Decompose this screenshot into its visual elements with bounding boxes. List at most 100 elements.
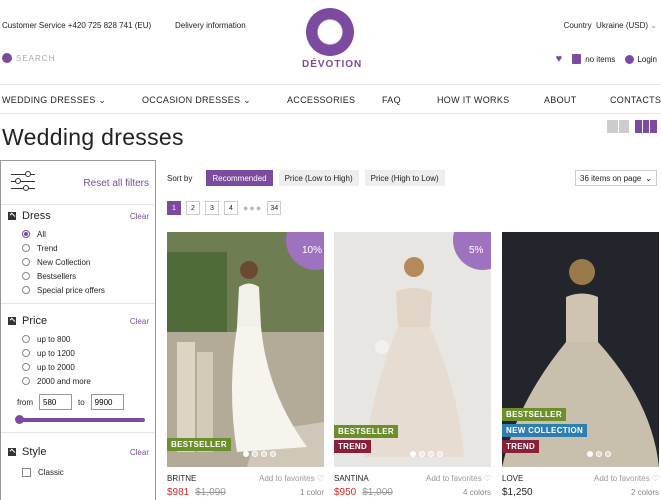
site-logo[interactable]: D DÉVOTION <box>302 8 363 76</box>
nav-contacts[interactable]: CONTACTS <box>610 95 661 105</box>
image-carousel-dots[interactable] <box>410 451 443 457</box>
logo-text: DÉVOTION <box>302 59 363 70</box>
image-carousel-dots[interactable] <box>243 451 276 457</box>
page-last-button[interactable]: 34 <box>267 201 282 215</box>
filters-sidebar: Reset all filters Dress Clear All Trend … <box>0 160 156 500</box>
image-carousel-dots[interactable] <box>587 451 611 457</box>
product-colors: 1 color <box>299 488 324 497</box>
country-selector[interactable]: Country Ukraine (USD) ⌄ <box>564 21 657 30</box>
country-value: Ukraine (USD) <box>596 21 649 30</box>
user-icon <box>625 54 635 64</box>
radio-icon <box>22 363 30 371</box>
heart-icon: ♡ <box>316 474 324 483</box>
product-name[interactable]: SANTINA <box>334 474 369 483</box>
login-button[interactable]: Login <box>625 54 657 64</box>
price-option-2000-more[interactable]: 2000 and more <box>1 374 155 388</box>
items-per-page-select[interactable]: 36 items on page ⌄ <box>575 170 657 186</box>
product-colors: 4 colors <box>462 488 491 497</box>
heart-icon: ♡ <box>483 474 491 483</box>
product-price: $981 $1,090 <box>167 487 226 498</box>
nav-faq[interactable]: FAQ <box>382 95 401 105</box>
page-3-button[interactable]: 3 <box>205 201 219 215</box>
sort-price-high-low-button[interactable]: Price (High to Low) <box>364 170 445 186</box>
dress-option-trend[interactable]: Trend <box>1 241 155 255</box>
chevron-down-icon: ⌄ <box>243 95 251 105</box>
product-name[interactable]: BRITNE <box>167 474 196 483</box>
header-actions: ♥ no items Login <box>556 53 657 65</box>
nav-occasion-dresses[interactable]: OCCASION DRESSES ⌄ <box>142 95 251 106</box>
from-label: from <box>17 397 33 407</box>
page-4-button[interactable]: 4 <box>224 201 238 215</box>
view-two-columns-icon[interactable] <box>607 120 629 133</box>
product-card[interactable]: 10% BESTSELLER BRITNE Add to favorites ♡… <box>167 232 324 498</box>
sort-price-low-high-button[interactable]: Price (Low to High) <box>278 170 359 186</box>
radio-icon <box>22 377 30 385</box>
chevron-down-icon: ⌄ <box>650 21 657 30</box>
filter-section-style: Style Clear Classic <box>1 433 155 479</box>
radio-icon <box>22 258 30 266</box>
favorites-heart-icon[interactable]: ♥ <box>556 53 563 65</box>
sliders-icon <box>11 171 35 191</box>
cart-button[interactable]: no items <box>572 54 615 64</box>
radio-icon <box>22 349 30 357</box>
dress-photo <box>167 232 324 467</box>
clear-price-link[interactable]: Clear <box>130 317 149 326</box>
filter-section-price: Price Clear up to 800 up to 1200 up to 2… <box>1 304 155 433</box>
to-label: to <box>78 397 85 407</box>
cart-label: no items <box>585 54 616 64</box>
dress-option-special-price[interactable]: Special price offers <box>1 283 155 297</box>
view-toggle <box>607 120 658 133</box>
items-per-page-value: 36 items on page <box>580 173 642 183</box>
price-from-input[interactable] <box>39 394 72 410</box>
nav-wedding-dresses[interactable]: WEDDING DRESSES ⌄ <box>2 95 106 106</box>
clear-style-link[interactable]: Clear <box>130 448 149 457</box>
style-option-classic[interactable]: Classic <box>1 465 155 479</box>
price-to-input[interactable] <box>90 394 124 410</box>
pagination: 1 2 3 4 ●●● 34 <box>167 201 282 215</box>
clear-dress-link[interactable]: Clear <box>130 212 149 221</box>
new-collection-badge: NEW COLLECTION <box>502 424 588 437</box>
add-to-favorites-button[interactable]: Add to favorites ♡ <box>426 474 491 483</box>
slider-handle-min[interactable] <box>15 415 24 424</box>
nav-about[interactable]: ABOUT <box>544 95 577 105</box>
sort-recommended-button[interactable]: Recommended <box>206 170 273 186</box>
product-name[interactable]: LOVE <box>502 474 523 483</box>
filter-title: Price <box>22 315 48 327</box>
chevron-down-icon: ⌄ <box>645 174 652 183</box>
filter-toggle-style[interactable]: Style Clear <box>1 441 155 463</box>
radio-icon <box>22 230 30 238</box>
product-image[interactable]: BESTSELLER NEW COLLECTION TREND <box>502 232 659 467</box>
delivery-information-link[interactable]: Delivery information <box>175 21 246 30</box>
price-option-2000[interactable]: up to 2000 <box>1 360 155 374</box>
price-range-slider[interactable] <box>15 415 145 424</box>
price-option-1200[interactable]: up to 1200 <box>1 346 155 360</box>
add-to-favorites-button[interactable]: Add to favorites ♡ <box>259 474 324 483</box>
dress-option-new-collection[interactable]: New Collection <box>1 255 155 269</box>
filter-title: Dress <box>22 210 51 222</box>
search-field[interactable]: SEARCH <box>2 53 55 63</box>
product-image[interactable]: 10% BESTSELLER <box>167 232 324 467</box>
page-2-button[interactable]: 2 <box>186 201 200 215</box>
dress-option-all[interactable]: All <box>1 227 155 241</box>
bestseller-badge: BESTSELLER <box>502 408 566 421</box>
dress-option-bestsellers[interactable]: Bestsellers <box>1 269 155 283</box>
collapse-icon <box>8 317 16 325</box>
nav-how-it-works[interactable]: HOW IT WORKS <box>437 95 509 105</box>
product-price: $1,250 <box>502 487 533 498</box>
product-card[interactable]: 5% BESTSELLER TREND SANTINA Add to favor… <box>334 232 491 498</box>
view-three-columns-icon[interactable] <box>635 120 658 133</box>
price-range-inputs: from to <box>1 394 155 410</box>
filter-toggle-dress[interactable]: Dress Clear <box>1 205 155 227</box>
price-option-800[interactable]: up to 800 <box>1 332 155 346</box>
product-image[interactable]: 5% BESTSELLER TREND <box>334 232 491 467</box>
product-card[interactable]: BESTSELLER NEW COLLECTION TREND LOVE Add… <box>502 232 659 498</box>
reset-all-filters-link[interactable]: Reset all filters <box>83 178 149 189</box>
main-navigation: WEDDING DRESSES ⌄ OCCASION DRESSES ⌄ ACC… <box>0 84 661 114</box>
search-input[interactable]: SEARCH <box>16 54 55 63</box>
filter-toggle-price[interactable]: Price Clear <box>1 310 155 332</box>
add-to-favorites-button[interactable]: Add to favorites ♡ <box>594 474 659 483</box>
radio-icon <box>22 244 30 252</box>
trend-badge: TREND <box>502 440 540 453</box>
nav-accessories[interactable]: ACCESSORIES <box>287 95 355 105</box>
page-1-button[interactable]: 1 <box>167 201 181 215</box>
